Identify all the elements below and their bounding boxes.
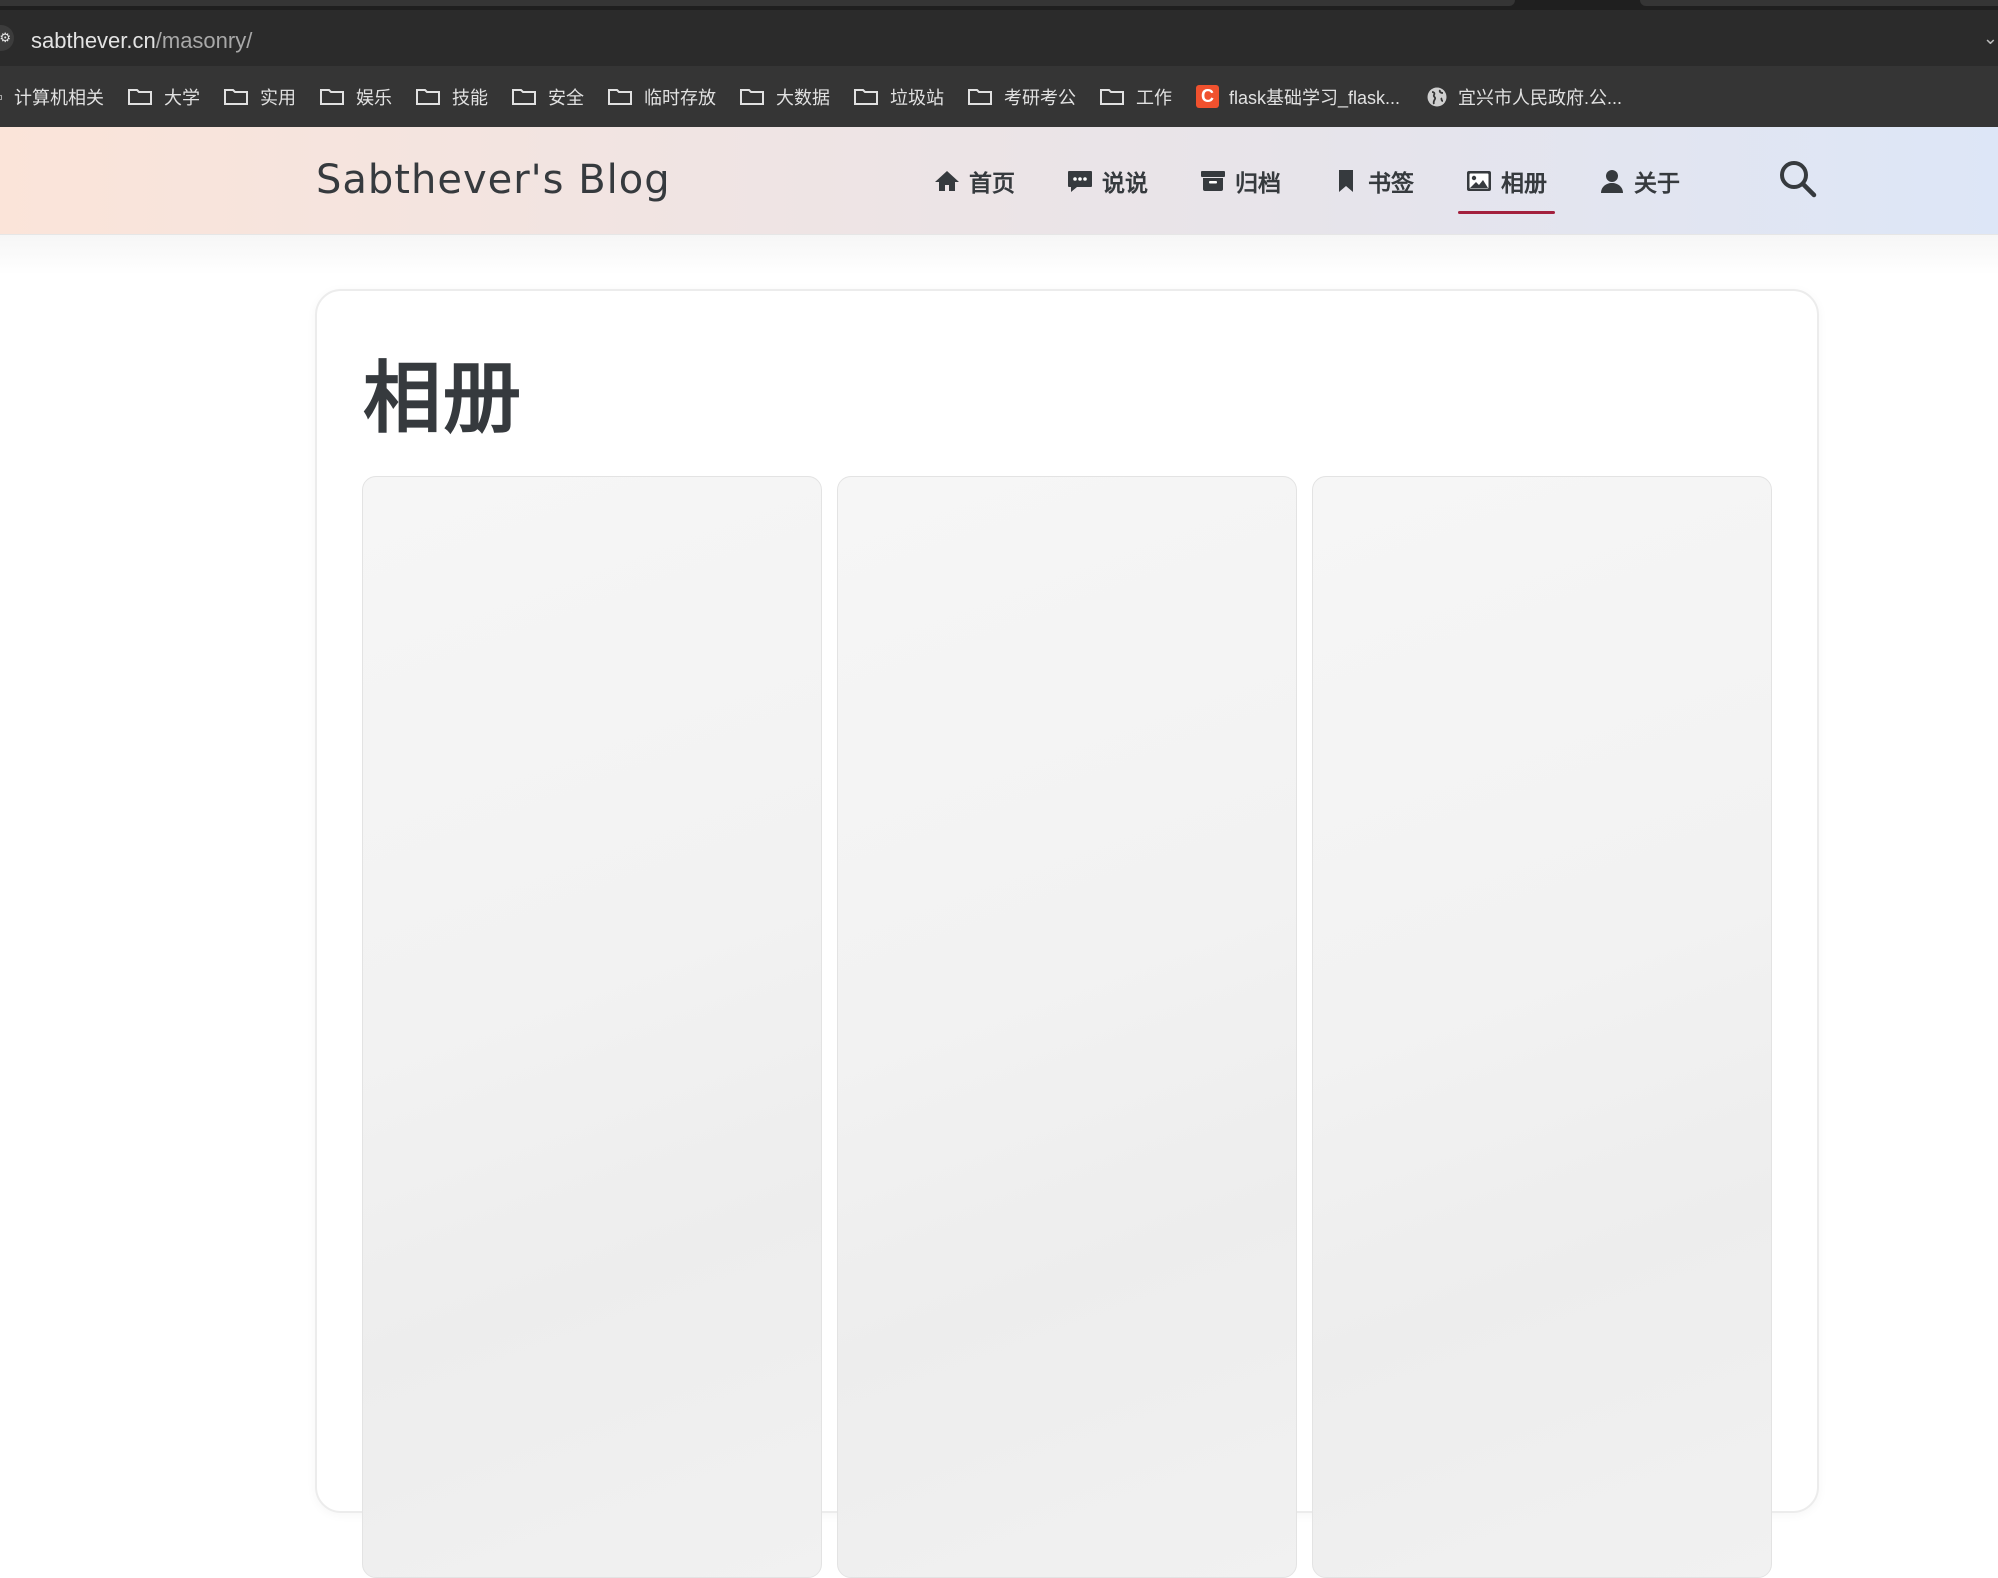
home-icon — [935, 171, 959, 191]
bookmark-folder[interactable]: 技能 — [416, 77, 488, 117]
bookmark-label: 技能 — [452, 87, 488, 108]
site-info-icon[interactable]: ⚙ — [0, 25, 14, 51]
folder-icon — [128, 88, 152, 105]
nav-item-album[interactable]: 相册 — [1458, 162, 1555, 214]
url-path: /masonry/ — [155, 28, 253, 53]
folder-icon — [854, 88, 878, 105]
content-background — [0, 235, 1998, 275]
user-icon — [1601, 170, 1623, 193]
bookmark-folder[interactable]: 实用 — [224, 77, 296, 117]
address-bar[interactable]: ⚙ sabthever.cn/masonry/ ⌄ — [0, 10, 1998, 66]
bookmark-label: 垃圾站 — [890, 87, 944, 108]
bookmarks-bar: 计算机相关 大学 实用 娱乐 技能 安全 临时存放 大数据 垃圾站 考研考公 工… — [0, 66, 1998, 127]
bookmark-label: 工作 — [1136, 87, 1172, 108]
bookmark-link[interactable]: C flask基础学习_flask... — [1196, 77, 1400, 117]
nav-item-label: 书签 — [1368, 170, 1414, 196]
bookmark-folder[interactable]: 安全 — [512, 77, 584, 117]
gallery-item[interactable] — [362, 476, 822, 1578]
bookmark-folder[interactable]: 临时存放 — [608, 77, 716, 117]
folder-icon — [0, 94, 2, 100]
folder-icon — [740, 88, 764, 105]
folder-icon — [608, 88, 632, 105]
url-text[interactable]: sabthever.cn/masonry/ — [31, 28, 252, 54]
browser-tab[interactable] — [1640, 0, 1998, 6]
bookmark-folder[interactable]: 垃圾站 — [854, 77, 944, 117]
bookmark-folder[interactable]: 考研考公 — [968, 77, 1076, 117]
bookmark-folder[interactable]: 工作 — [1100, 77, 1172, 117]
bookmark-label: 大数据 — [776, 87, 830, 108]
bookmark-label: 计算机相关 — [14, 87, 104, 108]
nav-item-label: 归档 — [1235, 170, 1281, 196]
comment-icon — [1068, 171, 1092, 192]
album-card: 相册 — [315, 289, 1819, 1578]
url-host: sabthever.cn — [31, 28, 156, 53]
browser-tab-strip — [0, 0, 1998, 10]
bookmark-label: 娱乐 — [356, 87, 392, 108]
site-header: Sabthever's Blog 首页 说说 归档 书签 相册 关于 — [0, 127, 1998, 235]
folder-icon — [224, 88, 248, 105]
bookmark-folder[interactable]: 大学 — [128, 77, 200, 117]
page-title: 相册 — [363, 354, 524, 442]
bookmark-link[interactable]: 宜兴市人民政府.公... — [1426, 77, 1622, 117]
site-title[interactable]: Sabthever's Blog — [316, 157, 671, 203]
archive-icon — [1201, 171, 1225, 191]
folder-icon — [320, 88, 344, 105]
folder-icon — [416, 88, 440, 105]
nav-item-label: 说说 — [1102, 170, 1148, 196]
bookmark-folder[interactable]: 计算机相关 — [0, 77, 104, 117]
main-nav: 首页 说说 归档 书签 相册 关于 — [934, 162, 1732, 214]
bookmark-icon — [1339, 170, 1353, 192]
nav-item-archive[interactable]: 归档 — [1200, 162, 1281, 200]
folder-icon — [968, 88, 992, 105]
nav-item-about[interactable]: 关于 — [1599, 162, 1680, 200]
browser-tab[interactable] — [0, 0, 1515, 6]
bookmark-folder[interactable]: 大数据 — [740, 77, 830, 117]
gallery-item[interactable] — [837, 476, 1297, 1578]
bookmark-label: 实用 — [260, 87, 296, 108]
bookmark-label: 安全 — [548, 87, 584, 108]
nav-item-talk[interactable]: 说说 — [1067, 162, 1148, 200]
nav-item-label: 首页 — [969, 170, 1015, 196]
globe-icon — [1427, 87, 1447, 106]
csdn-icon: C — [1196, 85, 1219, 108]
gallery-item[interactable] — [1312, 476, 1772, 1578]
bookmark-label: 宜兴市人民政府.公... — [1458, 87, 1623, 108]
search-icon[interactable] — [1778, 159, 1818, 199]
bookmark-label: 大学 — [164, 87, 200, 108]
chevron-down-icon[interactable]: ⌄ — [1983, 28, 1998, 49]
folder-icon — [1100, 88, 1124, 105]
image-icon — [1467, 171, 1491, 191]
folder-icon — [512, 88, 536, 105]
bookmark-label: 临时存放 — [644, 87, 716, 108]
nav-item-label: 关于 — [1634, 170, 1680, 196]
nav-item-home[interactable]: 首页 — [934, 162, 1015, 200]
nav-item-bookmarks[interactable]: 书签 — [1333, 162, 1414, 200]
bookmark-label: 考研考公 — [1004, 87, 1076, 108]
bookmark-folder[interactable]: 娱乐 — [320, 77, 392, 117]
nav-item-label: 相册 — [1501, 170, 1547, 196]
bookmark-label: flask基础学习_flask... — [1229, 87, 1401, 108]
